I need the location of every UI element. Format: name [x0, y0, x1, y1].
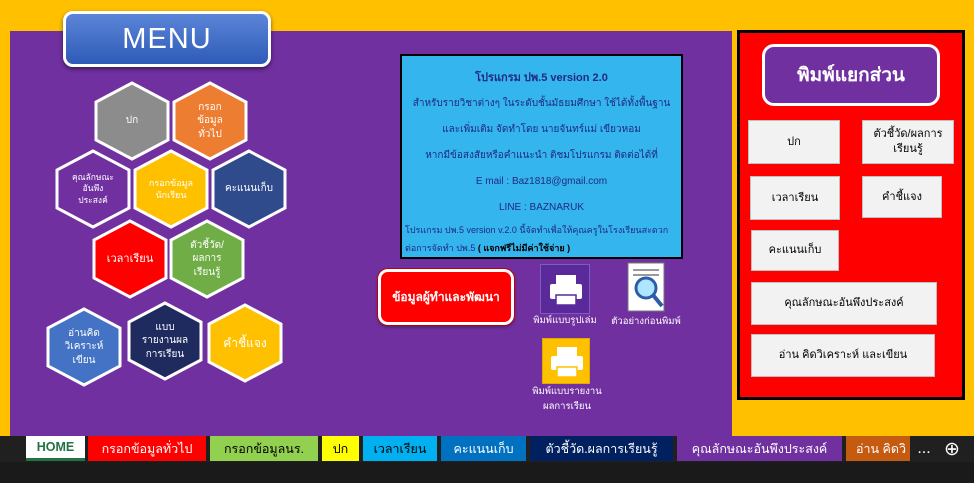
print-separate-button[interactable]: พิมพ์แยกส่วน [762, 44, 940, 106]
print-original-label: พิมพ์แบบรูปเล่ม [533, 315, 597, 326]
print-indicator-button[interactable]: ตัวชี้วัด/ผลการ เรียนรู้ [862, 120, 954, 164]
program-info-box: โปรแกรม ปพ.5 version 2.0 สำหรับรายวิชาต่… [400, 54, 683, 259]
print-score-button[interactable]: คะแนนเก็บ [751, 230, 839, 271]
info-line-2: และเพิ่มเติม จัดทำโดย นายจันทร์แม่ เขียว… [442, 124, 641, 135]
print-preview-icon [626, 262, 668, 314]
developer-info-button[interactable]: ข้อมูลผู้ทำและพัฒนา [378, 269, 514, 325]
print-reading-button[interactable]: อ่าน คิดวิเคราะห์ และเขียน [751, 334, 935, 377]
hex-indicator-label: ตัวชี้วัด/ ผลการ เรียนรู้ [190, 239, 224, 278]
hex-indicator-button[interactable]: ตัวชี้วัด/ ผลการ เรียนรู้ [166, 218, 248, 300]
free-of-charge-note: ( แจกฟรีไม่มีค่าใช้จ่าย ) [477, 243, 571, 253]
print-report-label: พิมพ์แบบรายงาน ผลการเรียน [532, 386, 602, 413]
print-report-button[interactable]: พิมพ์แบบรายงาน ผลการเรียน [522, 338, 612, 420]
info-line-5-text: ต่อการจัดทำ ปพ.5 [405, 243, 478, 253]
hex-reading-label: อ่านคิด วิเคราะห์ เขียน [64, 327, 104, 366]
hex-explain-label: คำชี้แจง [223, 335, 267, 350]
contact-email: E mail : Baz1818@gmail.com [475, 176, 608, 187]
hex-reading-button[interactable]: อ่านคิด วิเคราะห์ เขียน [43, 306, 125, 388]
tab-home[interactable]: HOME [26, 436, 85, 461]
info-line-1: สำหรับรายวิชาต่างๆ ในระดับชั้นมัธยมศึกษา… [412, 98, 671, 109]
tab-indicator[interactable]: ตัวชี้วัด.ผลการเรียนรู้ [530, 436, 673, 461]
hex-report-button[interactable]: แบบ รายงานผล การเรียน [124, 300, 206, 382]
menu-button[interactable]: MENU [63, 11, 271, 67]
print-preview-label: ตัวอย่างก่อนพิมพ์ [611, 316, 681, 327]
print-character-button[interactable]: คุณลักษณะอันพึงประสงค์ [751, 282, 937, 325]
tab-score[interactable]: คะแนนเก็บ [441, 436, 526, 461]
more-tabs-button[interactable]: ... [912, 436, 936, 462]
tab-character[interactable]: คุณลักษณะอันพึงประสงค์ [677, 436, 842, 461]
spreadsheet-home-sheet: MENU ปก กรอก ข้อมูล ทั่วไป คุณลักษณะ อัน… [0, 0, 974, 483]
tab-general-info[interactable]: กรอกข้อมูลทั่วไป [88, 436, 206, 461]
print-cover-button[interactable]: ปก [748, 120, 840, 164]
print-explain-button[interactable]: คำชี้แจง [862, 176, 942, 218]
status-strip [0, 462, 974, 483]
print-original-button[interactable]: พิมพ์แบบรูปเล่ม [530, 264, 600, 334]
contact-line: LINE : BAZNARUK [498, 202, 585, 213]
info-line-3: หากมีข้อสงสัยหรือคำแนะนำ ติชมโปรแกรม ติด… [425, 150, 658, 161]
hex-report-label: แบบ รายงานผล การเรียน [141, 321, 189, 360]
print-preview-button[interactable]: ตัวอย่างก่อนพิมพ์ [606, 262, 686, 334]
print-time-button[interactable]: เวลาเรียน [750, 176, 840, 220]
tab-student-info[interactable]: กรอกข้อมูลนร. [210, 436, 318, 461]
program-title: โปรแกรม ปพ.5 version 2.0 [475, 72, 608, 84]
info-line-4: โปรแกรม ปพ.5 version v.2.0 นี้จัดทำเพื่อ… [405, 225, 669, 235]
printer-icon [540, 264, 590, 314]
hex-explain-button[interactable]: คำชี้แจง [204, 302, 286, 384]
hex-time-label: เวลาเรียน [106, 252, 154, 265]
tab-cover[interactable]: ปก [322, 436, 359, 461]
tab-reading[interactable]: อ่าน คิดวิ [846, 436, 910, 461]
sheet-tab-bar: HOME กรอกข้อมูลทั่วไป กรอกข้อมูลนร. ปก เ… [0, 436, 974, 462]
hex-time-button[interactable]: เวลาเรียน [89, 218, 171, 300]
add-sheet-icon[interactable]: ⊕ [938, 436, 966, 462]
tab-time[interactable]: เวลาเรียน [363, 436, 437, 461]
info-line-5: ต่อการจัดทำ ปพ.5 ( แจกฟรีไม่มีค่าใช้จ่าย… [402, 239, 681, 257]
report-printer-icon [542, 338, 590, 384]
